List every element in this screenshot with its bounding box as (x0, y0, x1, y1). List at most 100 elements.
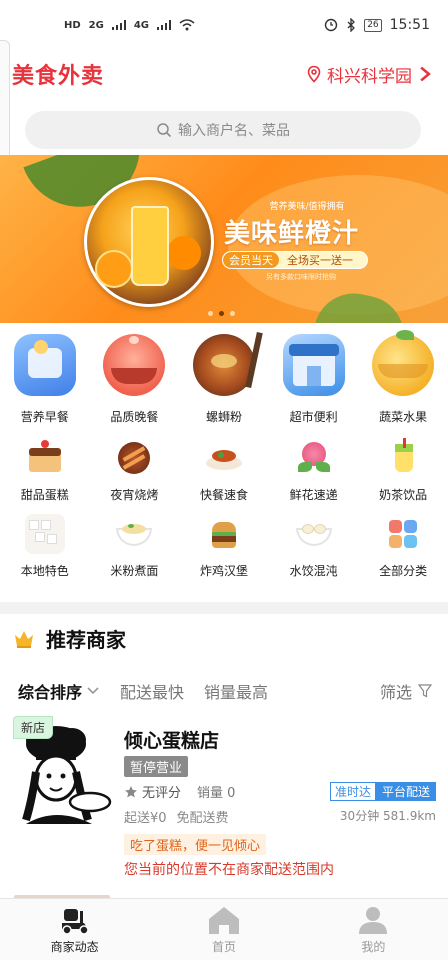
shop-card[interactable]: 新店 倾心蛋糕店 暂停营业 无评分 销量 0 准时达 平台配送 起送¥0 免配送… (0, 716, 448, 886)
platform-delivery-tag: 平台配送 (375, 782, 436, 801)
banner-title: 美味鲜橙汁 (224, 219, 360, 249)
nav-profile[interactable]: 我的 (299, 899, 448, 960)
category-breakfast[interactable]: 营养早餐 (0, 334, 90, 425)
filter-button[interactable]: 筛选 (380, 679, 432, 703)
shop-status-badge: 暂停营业 (124, 756, 189, 777)
category-fast-food[interactable]: 快餐速食 (179, 438, 269, 503)
location-selector[interactable]: 科兴科学园 (305, 62, 434, 87)
category-cake[interactable]: 甜品蛋糕 (0, 438, 90, 503)
category-bbq[interactable]: 夜宵烧烤 (90, 438, 180, 503)
category-label: 炸鸡汉堡 (199, 564, 248, 578)
banner-pill-right: 全场买一送一 (287, 254, 353, 267)
category-label: 营养早餐 (20, 410, 69, 424)
category-dinner[interactable]: 品质晚餐 (90, 334, 180, 425)
dumpling-icon (294, 514, 334, 554)
status-bar: HD 2G 4G 26 15:51 (0, 0, 448, 50)
banner-offer-pill: 会员当天 全场买一送一 (222, 251, 368, 269)
delivery-tags: 准时达 平台配送 (329, 782, 436, 801)
bbq-icon (114, 438, 154, 478)
banner-subtitle: 营养美味/值得拥有 (269, 202, 345, 212)
fruit-icon (372, 330, 435, 396)
on-time-tag: 准时达 (329, 782, 376, 801)
category-row-primary: 营养早餐 品质晚餐 螺蛳粉 超市便利 蔬菜水果 (0, 330, 448, 425)
star-icon (125, 785, 137, 797)
carousel-dot-active[interactable] (219, 311, 224, 316)
search-icon (157, 123, 172, 138)
search-placeholder: 输入商户名、菜品 (178, 123, 290, 139)
carousel-dot[interactable] (230, 311, 235, 316)
chevron-down-icon (87, 687, 99, 695)
category-rice-noodle[interactable]: 米粉煮面 (90, 514, 180, 579)
profile-icon (359, 906, 388, 934)
category-flower[interactable]: 鲜花速递 (269, 438, 359, 503)
filter-label: 筛选 (379, 683, 412, 702)
scooter-icon (61, 908, 89, 935)
supermarket-icon (282, 334, 345, 396)
shop-slogan: 吃了蛋糕，便一见倾心 (124, 834, 267, 855)
category-label: 品质晚餐 (110, 410, 159, 424)
rice-noodle-icon (114, 514, 154, 554)
category-supermarket[interactable]: 超市便利 (269, 334, 359, 425)
banner-note: 另有多款口味限时抢购 (266, 273, 336, 281)
hd-label: HD (64, 19, 81, 31)
crown-icon (15, 630, 33, 648)
shop-rating: 无评分 销量 0 (124, 782, 235, 801)
new-shop-badge: 新店 (13, 716, 54, 739)
category-dumpling[interactable]: 水饺混沌 (269, 514, 359, 579)
category-burger[interactable]: 炸鸡汉堡 (179, 514, 269, 579)
category-label: 超市便利 (289, 410, 338, 424)
status-right: 26 15:51 (324, 17, 430, 33)
signal-2g-label: 2G (88, 19, 104, 31)
out-of-range-warning: 您当前的位置不在商家配送范围内 (124, 862, 334, 878)
local-food-icon (24, 514, 65, 554)
sales-count: 销量 0 (197, 786, 236, 801)
orange-slice (95, 250, 133, 288)
juice-glass (131, 206, 169, 286)
snail-noodle-icon (192, 331, 263, 396)
category-label: 本地特色 (20, 564, 69, 578)
section-divider (0, 602, 448, 614)
alarm-icon (324, 18, 338, 32)
banner-pill-left: 会员当天 (223, 252, 279, 268)
category-all[interactable]: 全部分类 (358, 514, 448, 579)
battery-level: 26 (364, 18, 382, 32)
carousel-dot[interactable] (208, 311, 213, 316)
delivery-time-distance: 30分钟 581.9km (339, 809, 436, 823)
carousel-indicator[interactable] (208, 311, 235, 316)
nav-label: 商家动态 (50, 939, 99, 954)
category-fruit[interactable]: 蔬菜水果 (358, 330, 448, 425)
category-label: 夜宵烧烤 (110, 488, 159, 502)
signal-4g-label: 4G (133, 19, 150, 31)
wifi-icon (179, 19, 195, 31)
clock: 15:51 (389, 17, 430, 33)
category-label: 鲜花速递 (289, 488, 338, 502)
sort-fastest[interactable]: 配送最快 (120, 679, 184, 703)
location-label: 科兴科学园 (327, 66, 412, 87)
cake-icon (25, 438, 65, 478)
bottom-nav: 商家动态 首页 我的 (0, 898, 448, 960)
sort-comprehensive-label: 综合排序 (18, 683, 83, 702)
sort-comprehensive[interactable]: 综合排序 (18, 679, 100, 703)
category-milk-tea[interactable]: 奶茶饮品 (358, 438, 448, 503)
category-label: 甜品蛋糕 (20, 488, 69, 502)
min-order: 起送¥0 (124, 811, 167, 826)
nav-label: 首页 (211, 939, 236, 954)
category-label: 全部分类 (379, 564, 428, 578)
recommend-title-text: 推荐商家 (46, 628, 126, 652)
category-snail-noodle[interactable]: 螺蛳粉 (179, 331, 269, 425)
nav-home[interactable]: 首页 (149, 899, 298, 960)
all-categories-icon (383, 514, 423, 554)
category-label: 米粉煮面 (110, 564, 159, 578)
category-label: 奶茶饮品 (379, 488, 428, 502)
nav-merchant-news[interactable]: 商家动态 (0, 899, 149, 960)
header: 美食外卖 科兴科学园 (0, 54, 448, 94)
fast-food-icon (204, 438, 244, 478)
app-title: 美食外卖 (12, 64, 105, 89)
search-input[interactable]: 输入商户名、菜品 (25, 111, 421, 149)
category-local-food[interactable]: 本地特色 (0, 514, 90, 579)
sort-top-sales[interactable]: 销量最高 (204, 679, 268, 703)
delivery-fees: 起送¥0 免配送费 (124, 807, 229, 826)
orange-juice-image (84, 177, 214, 307)
category-row-3: 本地特色 米粉煮面 炸鸡汉堡 水饺混沌 全部分类 (0, 514, 448, 579)
signal-icon-2 (157, 20, 172, 30)
